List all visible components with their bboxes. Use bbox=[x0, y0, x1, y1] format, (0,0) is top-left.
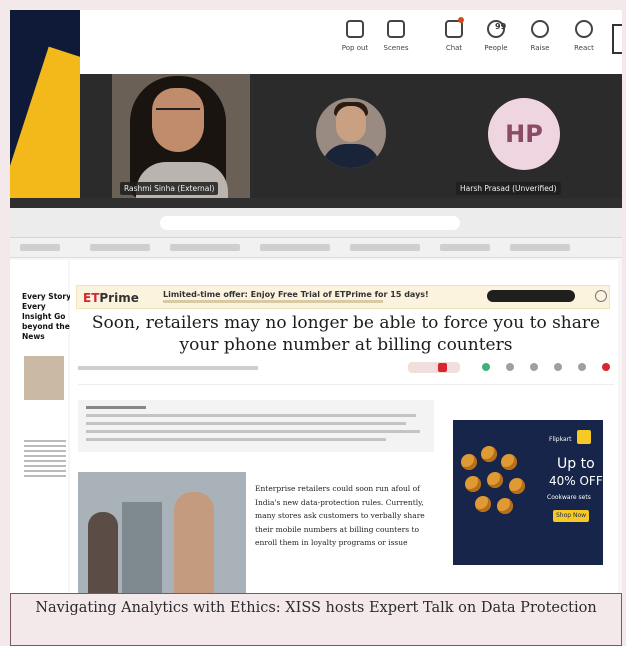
scenes-button[interactable]: Scenes bbox=[374, 20, 418, 52]
address-bar[interactable] bbox=[160, 216, 460, 230]
teaser-text-block bbox=[24, 440, 66, 480]
browser-title-bar bbox=[10, 198, 622, 208]
share-toolbar bbox=[402, 360, 620, 376]
shared-browser-window: Every Story, Every Insight Go beyond the… bbox=[10, 198, 622, 593]
speaker-name-tag: Rashmi Sinha (External) bbox=[120, 182, 219, 195]
guest-avatar-initials[interactable]: HP bbox=[488, 98, 560, 170]
font-size-toggle[interactable] bbox=[408, 362, 460, 373]
teaser-image[interactable] bbox=[24, 356, 64, 400]
speaker-video[interactable] bbox=[112, 74, 250, 198]
react-icon bbox=[575, 20, 593, 38]
shop-now-button[interactable]: Shop Now bbox=[553, 510, 589, 522]
guest-name: Harsh Prasad (Unverified) bbox=[460, 184, 557, 193]
print-icon[interactable] bbox=[578, 363, 586, 371]
participant-avatar-photo[interactable] bbox=[316, 98, 386, 168]
etprime-logo[interactable]: ETPrime bbox=[83, 291, 139, 305]
people-count: 99 bbox=[495, 22, 507, 31]
article-headline: Soon, retailers may no longer be able to… bbox=[91, 313, 601, 355]
people-button[interactable]: 99 People bbox=[474, 20, 518, 52]
article-page: ETPrime Limited-time offer: Enjoy Free T… bbox=[70, 260, 618, 593]
raise-hand-icon bbox=[531, 20, 549, 38]
chat-notification-dot bbox=[458, 17, 464, 23]
close-icon[interactable] bbox=[595, 290, 607, 302]
bookmarks-bar bbox=[10, 238, 622, 258]
screenshot-frame: Pop out Scenes Chat 99 People Raise Reac… bbox=[10, 10, 622, 593]
article-body: Enterprise retailers could soon run afou… bbox=[255, 484, 425, 547]
share-icon[interactable] bbox=[482, 363, 490, 371]
ad-headline: Up to bbox=[557, 456, 595, 472]
react-button[interactable]: React bbox=[562, 20, 606, 52]
browser-address-row bbox=[10, 208, 622, 238]
speaker-name: Rashmi Sinha (External) bbox=[124, 184, 215, 193]
start-free-trial-button[interactable] bbox=[487, 290, 575, 302]
chat-button[interactable]: Chat bbox=[432, 17, 476, 52]
guest-name-tag: Harsh Prasad (Unverified) bbox=[456, 182, 561, 195]
ad-brand: Flipkart bbox=[549, 436, 572, 443]
article-meta bbox=[78, 366, 258, 370]
promo-offer-text: Limited-time offer: Enjoy Free Trial of … bbox=[163, 290, 429, 299]
scenes-icon bbox=[387, 20, 405, 38]
raise-hand-button[interactable]: Raise bbox=[518, 20, 562, 52]
article-photo bbox=[78, 472, 246, 593]
left-teaser-column: Every Story, Every Insight Go beyond the… bbox=[10, 260, 73, 593]
pop-out-icon bbox=[346, 20, 364, 38]
ad-subtitle: Cookware sets bbox=[547, 494, 591, 501]
share-alt-icon[interactable] bbox=[506, 363, 514, 371]
image-caption: Navigating Analytics with Ethics: XISS h… bbox=[10, 593, 622, 646]
teaser-title[interactable]: Every Story, Every Insight Go beyond the… bbox=[22, 292, 74, 342]
flipkart-ad[interactable]: Flipkart Up to 40% OFF Cookware sets Sho… bbox=[453, 420, 603, 565]
meeting-toolbar: Pop out Scenes Chat 99 People Raise Reac… bbox=[80, 10, 622, 74]
leave-button-edge[interactable] bbox=[612, 24, 622, 54]
flipkart-logo-icon bbox=[577, 430, 591, 444]
prime-promo-banner: ETPrime Limited-time offer: Enjoy Free T… bbox=[76, 285, 610, 309]
comment-icon[interactable] bbox=[602, 363, 610, 371]
font-icon[interactable] bbox=[530, 363, 538, 371]
ad-offer: 40% OFF bbox=[549, 474, 603, 488]
synopsis-box bbox=[78, 400, 434, 452]
save-icon[interactable] bbox=[554, 363, 562, 371]
participant-strip: Rashmi Sinha (External) HP Harsh Prasad … bbox=[80, 74, 622, 198]
pop-out-button[interactable]: Pop out bbox=[333, 20, 377, 52]
